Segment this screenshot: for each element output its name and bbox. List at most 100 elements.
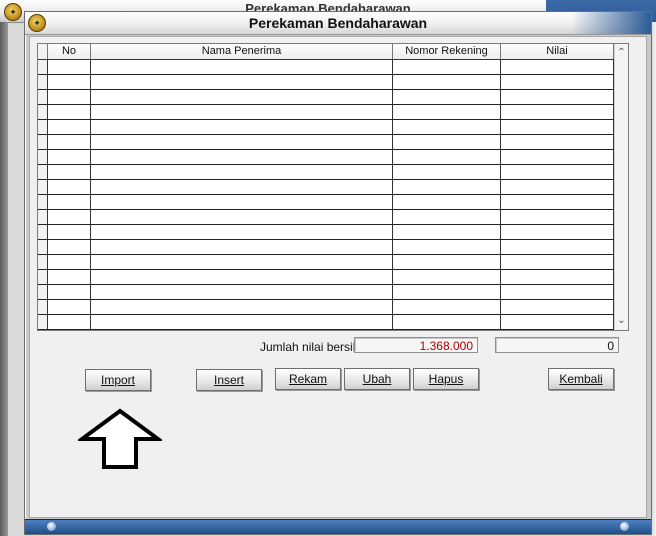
cell-no[interactable] [48,75,91,89]
table-row[interactable] [38,240,614,255]
cell-nama-penerima[interactable] [91,90,393,104]
row-selector[interactable] [38,255,48,269]
cell-no[interactable] [48,195,91,209]
table-row[interactable] [38,75,614,90]
row-selector[interactable] [38,270,48,284]
cell-no[interactable] [48,270,91,284]
cell-nilai[interactable] [501,60,614,74]
table-row[interactable] [38,225,614,240]
row-selector[interactable] [38,120,48,134]
insert-button[interactable]: Insert [196,369,262,391]
chevron-down-icon[interactable]: ⌄ [615,314,628,328]
table-row[interactable] [38,90,614,105]
cell-nama-penerima[interactable] [91,105,393,119]
cell-nama-penerima[interactable] [91,60,393,74]
cell-nama-penerima[interactable] [91,150,393,164]
table-row[interactable] [38,135,614,150]
cell-nilai[interactable] [501,135,614,149]
row-selector[interactable] [38,210,48,224]
cell-nomor-rekening[interactable] [393,195,501,209]
table-row[interactable] [38,300,614,315]
cell-nomor-rekening[interactable] [393,75,501,89]
cell-nama-penerima[interactable] [91,300,393,314]
cell-nama-penerima[interactable] [91,165,393,179]
cell-nama-penerima[interactable] [91,135,393,149]
cell-nama-penerima[interactable] [91,285,393,299]
row-selector[interactable] [38,165,48,179]
hapus-button[interactable]: Hapus [413,368,479,390]
cell-no[interactable] [48,225,91,239]
table-row[interactable] [38,210,614,225]
cell-no[interactable] [48,210,91,224]
cell-nomor-rekening[interactable] [393,60,501,74]
cell-nomor-rekening[interactable] [393,180,501,194]
cell-nomor-rekening[interactable] [393,270,501,284]
cell-nama-penerima[interactable] [91,315,393,329]
vertical-scrollbar[interactable]: ⌃ ⌄ [614,44,628,330]
cell-nilai[interactable] [501,270,614,284]
cell-nomor-rekening[interactable] [393,225,501,239]
row-selector[interactable] [38,90,48,104]
cell-nomor-rekening[interactable] [393,165,501,179]
table-row[interactable] [38,120,614,135]
row-selector[interactable] [38,300,48,314]
cell-nilai[interactable] [501,300,614,314]
cell-nama-penerima[interactable] [91,180,393,194]
column-header-nama-penerima[interactable]: Nama Penerima [91,44,393,59]
cell-no[interactable] [48,300,91,314]
cell-no[interactable] [48,255,91,269]
row-selector[interactable] [38,315,48,329]
cell-nama-penerima[interactable] [91,255,393,269]
cell-nilai[interactable] [501,150,614,164]
cell-no[interactable] [48,180,91,194]
cell-nilai[interactable] [501,240,614,254]
data-grid[interactable]: No Nama Penerima Nomor Rekening Nilai ⌃ … [37,43,629,331]
cell-nilai[interactable] [501,285,614,299]
rekam-button[interactable]: Rekam [275,368,341,390]
cell-nomor-rekening[interactable] [393,135,501,149]
cell-no[interactable] [48,90,91,104]
cell-nilai[interactable] [501,210,614,224]
table-row[interactable] [38,195,614,210]
cell-nomor-rekening[interactable] [393,210,501,224]
cell-nomor-rekening[interactable] [393,315,501,329]
table-row[interactable] [38,255,614,270]
dialog-titlebar[interactable]: ✦ Perekaman Bendaharawan [25,12,651,35]
cell-nilai[interactable] [501,195,614,209]
cell-nomor-rekening[interactable] [393,150,501,164]
cell-nilai[interactable] [501,255,614,269]
table-row[interactable] [38,150,614,165]
import-button[interactable]: Import [85,369,151,391]
cell-nomor-rekening[interactable] [393,255,501,269]
ubah-button[interactable]: Ubah [344,368,410,390]
cell-nilai[interactable] [501,165,614,179]
column-header-nomor-rekening[interactable]: Nomor Rekening [393,44,501,59]
cell-nomor-rekening[interactable] [393,240,501,254]
cell-nilai[interactable] [501,105,614,119]
cell-nilai[interactable] [501,315,614,329]
cell-nomor-rekening[interactable] [393,120,501,134]
cell-nomor-rekening[interactable] [393,285,501,299]
column-header-no[interactable]: No [48,44,91,59]
cell-nomor-rekening[interactable] [393,300,501,314]
cell-nilai[interactable] [501,180,614,194]
cell-no[interactable] [48,285,91,299]
cell-no[interactable] [48,135,91,149]
cell-nilai[interactable] [501,90,614,104]
cell-no[interactable] [48,150,91,164]
row-selector[interactable] [38,75,48,89]
row-selector[interactable] [38,135,48,149]
cell-nama-penerima[interactable] [91,240,393,254]
table-row[interactable] [38,180,614,195]
cell-no[interactable] [48,315,91,329]
cell-no[interactable] [48,165,91,179]
row-selector[interactable] [38,150,48,164]
cell-nilai[interactable] [501,225,614,239]
chevron-up-icon[interactable]: ⌃ [615,46,628,60]
row-selector[interactable] [38,105,48,119]
table-row[interactable] [38,285,614,300]
table-row[interactable] [38,315,614,330]
table-row[interactable] [38,105,614,120]
cell-nama-penerima[interactable] [91,270,393,284]
table-row[interactable] [38,270,614,285]
